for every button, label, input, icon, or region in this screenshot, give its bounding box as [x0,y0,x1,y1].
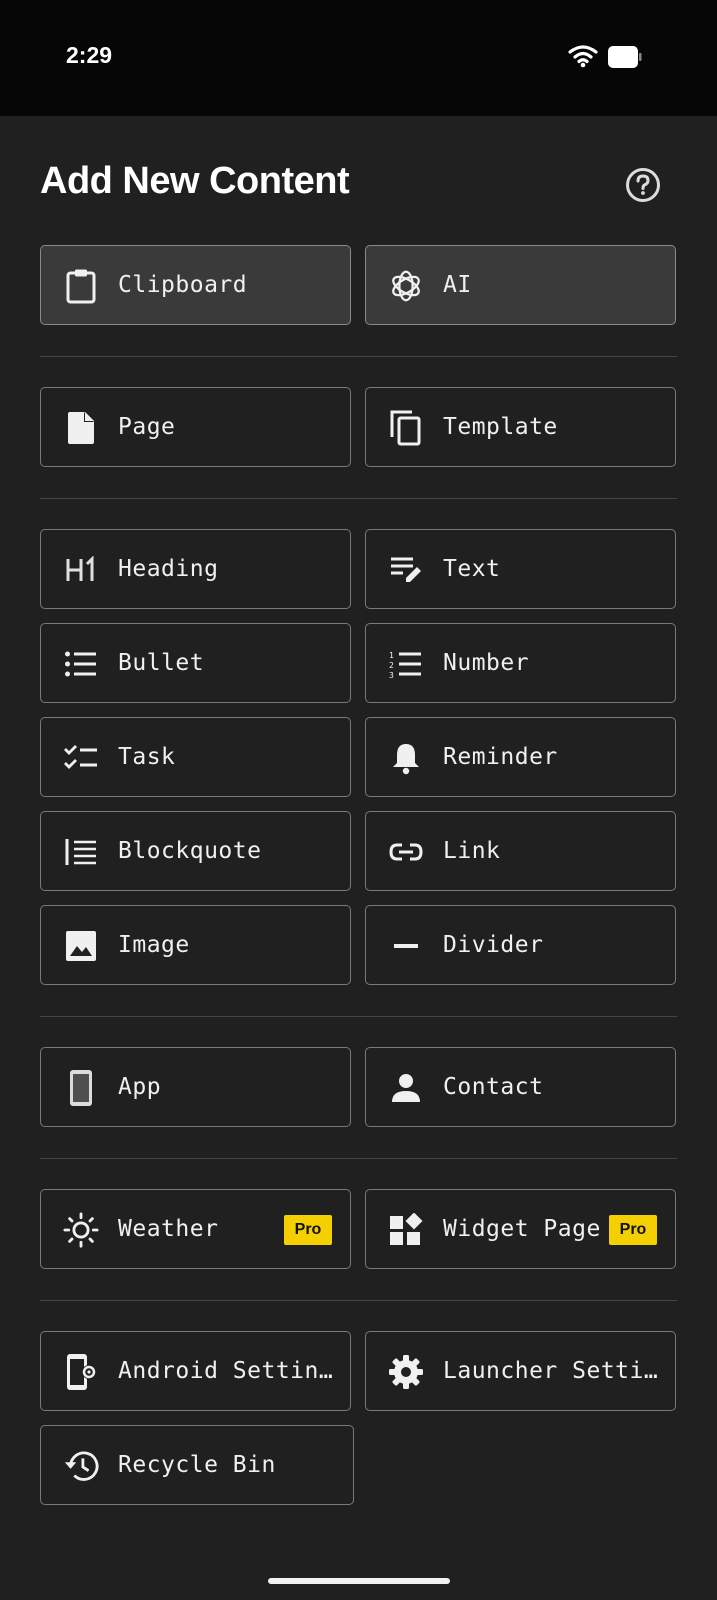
gear-icon [388,1354,424,1390]
number-button[interactable]: 1 2 3 Number [365,623,676,703]
divider-button[interactable]: Divider [365,905,676,985]
tile-label: AI [443,272,472,298]
task-button[interactable]: Task [40,717,351,797]
tile-label: Blockquote [118,838,262,864]
tile-label: Page [118,414,176,440]
ai-button[interactable]: AI [365,245,676,325]
status-time: 2:29 [66,42,113,68]
person-icon [388,1070,424,1106]
tile-label: Heading [118,556,219,582]
tile-label: Android Settin… [118,1358,334,1384]
link-button[interactable]: Link [365,811,676,891]
sun-icon [63,1212,99,1248]
section-divider [40,1158,677,1159]
widgets-icon [388,1212,424,1248]
pro-badge: Pro [609,1215,657,1245]
tile-label: Clipboard [118,272,248,298]
battery-icon [608,46,642,68]
section-divider [40,356,677,357]
page-icon [63,410,99,446]
status-bar: 2:29 [0,0,717,116]
phone-icon [63,1070,99,1106]
link-icon [388,834,424,870]
heading-h1-icon [63,552,99,588]
recycle-bin-button[interactable]: Recycle Bin [40,1425,354,1505]
android-settings-button[interactable]: Android Settin… [40,1331,351,1411]
bullet-list-icon [63,646,99,682]
help-icon[interactable] [624,166,662,204]
tile-label: Task [118,744,176,770]
tile-label: Widget Page [443,1216,601,1242]
svg-text:3: 3 [389,671,394,678]
template-button[interactable]: Template [365,387,676,467]
text-button[interactable]: Text [365,529,676,609]
tile-label: Link [443,838,501,864]
minus-icon [388,928,424,964]
tile-label: Bullet [118,650,205,676]
clipboard-button[interactable]: Clipboard [40,245,351,325]
section-divider [40,498,677,499]
tile-label: Image [118,932,190,958]
clipboard-icon [63,268,99,304]
widget-page-button[interactable]: Widget Page Pro [365,1189,676,1269]
numbered-list-icon: 1 2 3 [388,646,424,682]
reminder-button[interactable]: Reminder [365,717,676,797]
image-icon [63,928,99,964]
tile-label: App [118,1074,162,1100]
tile-label: Reminder [443,744,558,770]
checklist-icon [63,740,99,776]
pro-badge: Pro [284,1215,332,1245]
tile-label: Launcher Setti… [443,1358,659,1384]
app-button[interactable]: App [40,1047,351,1127]
bullet-button[interactable]: Bullet [40,623,351,703]
tile-label: Recycle Bin [118,1452,276,1478]
heading-button[interactable]: Heading [40,529,351,609]
wifi-icon [568,44,598,68]
section-divider [40,1300,677,1301]
contact-button[interactable]: Contact [365,1047,676,1127]
home-indicator[interactable] [268,1578,450,1584]
section-divider [40,1016,677,1017]
tile-label: Text [443,556,501,582]
page-title: Add New Content [40,160,350,202]
page-button[interactable]: Page [40,387,351,467]
blockquote-button[interactable]: Blockquote [40,811,351,891]
history-icon [63,1448,99,1484]
launcher-settings-button[interactable]: Launcher Setti… [365,1331,676,1411]
copy-icon [388,410,424,446]
svg-text:1: 1 [389,651,394,660]
bell-icon [388,740,424,776]
svg-text:2: 2 [389,661,394,670]
tile-label: Contact [443,1074,544,1100]
tile-label: Weather [118,1216,219,1242]
openai-icon [388,268,424,304]
tile-label: Template [443,414,558,440]
text-edit-icon [388,552,424,588]
blockquote-icon [63,834,99,870]
weather-button[interactable]: Weather Pro [40,1189,351,1269]
tile-label: Number [443,650,530,676]
tile-label: Divider [443,932,544,958]
phone-settings-icon [63,1354,99,1390]
image-button[interactable]: Image [40,905,351,985]
